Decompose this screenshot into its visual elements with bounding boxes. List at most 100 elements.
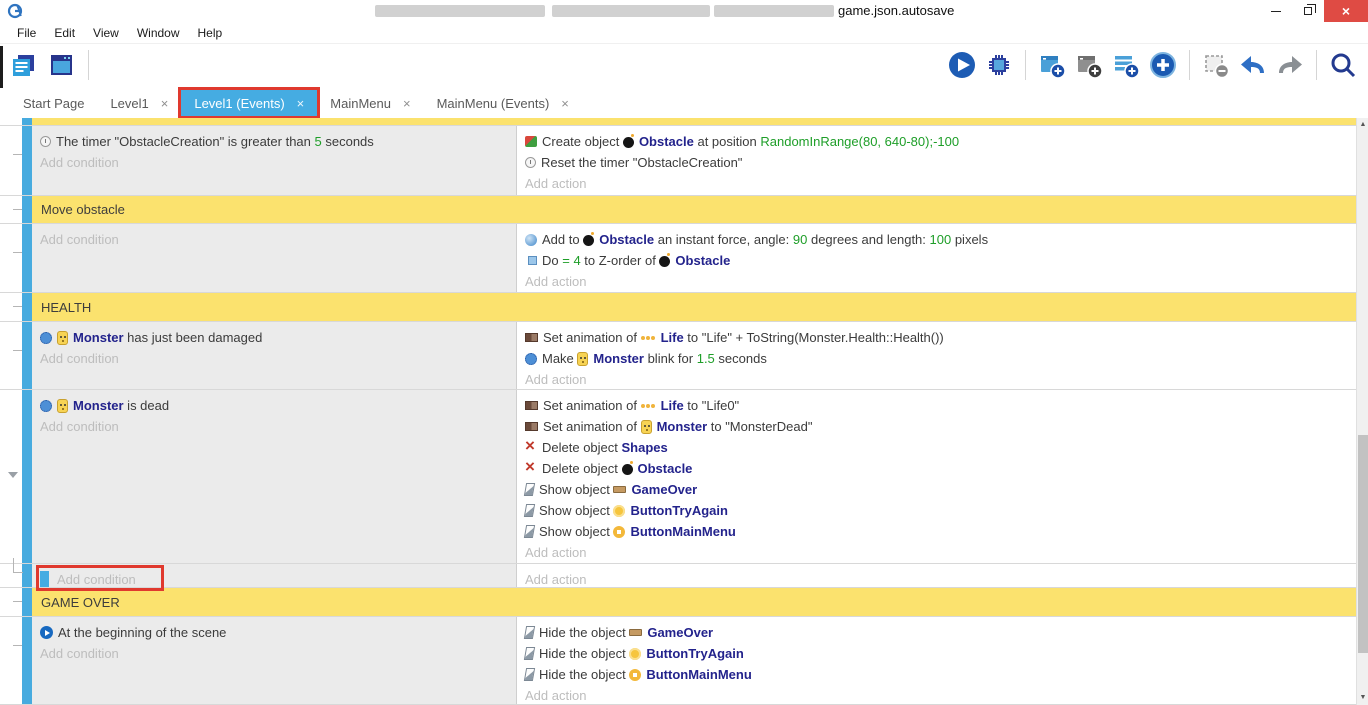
- row-margin: [0, 588, 22, 616]
- add-condition-button[interactable]: Add condition: [32, 152, 516, 173]
- add-action-button[interactable]: Add action: [517, 271, 1356, 292]
- debug-button[interactable]: [984, 50, 1014, 80]
- minimize-button[interactable]: [1260, 0, 1292, 22]
- action-line[interactable]: Set animation of Life to "Life0": [517, 395, 1356, 416]
- text-segment: RandomInRange(80, 640-80);-100: [760, 134, 959, 149]
- action-line[interactable]: Hide the object ButtonMainMenu: [517, 664, 1356, 685]
- comment-row: Move obstacle: [0, 196, 1356, 224]
- add-circle-button[interactable]: [1148, 50, 1178, 80]
- action-line[interactable]: Add to Obstacle an instant force, angle:…: [517, 229, 1356, 250]
- action-line[interactable]: Hide the object ButtonTryAgain: [517, 643, 1356, 664]
- action-line[interactable]: Hide the object GameOver: [517, 622, 1356, 643]
- tab-start-page[interactable]: Start Page: [10, 90, 97, 116]
- add-action-button[interactable]: Add action: [517, 569, 1356, 590]
- condition-line[interactable]: Monster has just been damaged: [32, 327, 516, 348]
- margin-tick: [13, 601, 22, 602]
- action-line[interactable]: Delete object Obstacle: [517, 458, 1356, 479]
- text-segment: Delete object: [542, 440, 622, 455]
- restore-button[interactable]: [1292, 0, 1324, 22]
- tab-label: Level1 (Events): [194, 96, 284, 111]
- object-name: Monster: [593, 351, 644, 366]
- timer-icon: [525, 157, 536, 168]
- add-comment-button[interactable]: [1111, 50, 1141, 80]
- text-segment: 100: [930, 232, 952, 247]
- add-action-button[interactable]: Add action: [517, 173, 1356, 194]
- visibility-icon: [524, 504, 535, 517]
- redo-button[interactable]: [1275, 50, 1305, 80]
- comment-cell[interactable]: HEALTH: [32, 293, 1356, 321]
- action-line[interactable]: Reset the timer "ObstacleCreation": [517, 152, 1356, 173]
- vertical-scrollbar[interactable]: ▲ ▼: [1356, 118, 1368, 705]
- comment-row: GAME OVER: [0, 588, 1356, 617]
- action-line[interactable]: Show object ButtonTryAgain: [517, 500, 1356, 521]
- text-segment: 90: [793, 232, 807, 247]
- comment-cell[interactable]: Move obstacle: [32, 196, 1356, 223]
- condition-line[interactable]: Monster is dead: [32, 395, 516, 416]
- conditions-cell: Monster has just been damagedAdd conditi…: [32, 322, 517, 389]
- menu-edit[interactable]: Edit: [45, 22, 84, 43]
- menu-view[interactable]: View: [84, 22, 128, 43]
- play-button[interactable]: [947, 50, 977, 80]
- comment-cell[interactable]: [32, 118, 1356, 125]
- menu-file[interactable]: File: [8, 22, 45, 43]
- actions-cell: Set animation of Life to "Life" + ToStri…: [517, 322, 1356, 389]
- add-condition-button[interactable]: Add condition: [32, 229, 516, 250]
- tab-mainmenu[interactable]: MainMenu×: [317, 90, 423, 116]
- toolbar-separator: [1189, 50, 1190, 80]
- menu-help[interactable]: Help: [189, 22, 232, 43]
- add-event-button[interactable]: [1037, 50, 1067, 80]
- menu-window[interactable]: Window: [128, 22, 189, 43]
- scroll-up-icon[interactable]: ▲: [1357, 118, 1368, 132]
- action-line[interactable]: Create object Obstacle at position Rando…: [517, 131, 1356, 152]
- condition-line[interactable]: The timer "ObstacleCreation" is greater …: [32, 131, 516, 152]
- add-action-button[interactable]: Add action: [517, 369, 1356, 390]
- scroll-down-icon[interactable]: ▼: [1357, 691, 1368, 705]
- text-segment: is dead: [124, 398, 170, 413]
- actions-cell: Add to Obstacle an instant force, angle:…: [517, 224, 1356, 292]
- action-line[interactable]: Do = 4 to Z-order of Obstacle: [517, 250, 1356, 271]
- event-row: At the beginning of the scene Add conditi…: [0, 617, 1356, 705]
- tab-close-icon[interactable]: ×: [403, 96, 411, 111]
- condition-line[interactable]: At the beginning of the scene: [32, 622, 516, 643]
- action-line[interactable]: Set animation of Life to "Life" + ToStri…: [517, 327, 1356, 348]
- add-condition-button[interactable]: Add condition: [57, 572, 136, 587]
- text-segment: At the beginning of the scene: [58, 625, 226, 640]
- comment-cell[interactable]: GAME OVER: [32, 588, 1356, 616]
- text-segment: Hide the object: [539, 625, 629, 640]
- add-condition-button[interactable]: Add condition: [32, 643, 516, 664]
- row-margin: [0, 126, 22, 195]
- action-line[interactable]: Set animation of Monster to "MonsterDead…: [517, 416, 1356, 437]
- tab-close-icon[interactable]: ×: [161, 96, 169, 111]
- menu-bar: FileEditViewWindowHelp: [0, 22, 1368, 44]
- tab-close-icon[interactable]: ×: [561, 96, 569, 111]
- search-button[interactable]: [1328, 50, 1358, 80]
- text-segment: pixels: [951, 232, 988, 247]
- add-subevent-button[interactable]: [1074, 50, 1104, 80]
- tab-mainmenu-events-[interactable]: MainMenu (Events) ×: [424, 90, 582, 116]
- tab-level1-events-[interactable]: Level1 (Events) ×: [181, 90, 317, 116]
- project-manager-button[interactable]: [8, 50, 38, 80]
- add-action-button[interactable]: Add action: [517, 685, 1356, 705]
- scrollbar-thumb[interactable]: [1358, 435, 1368, 653]
- tab-close-icon[interactable]: ×: [297, 96, 305, 111]
- undo-button[interactable]: [1238, 50, 1268, 80]
- add-action-button[interactable]: Add action: [517, 542, 1356, 563]
- tab-level1[interactable]: Level1×: [97, 90, 181, 116]
- tab-label: MainMenu (Events): [437, 96, 550, 111]
- text-segment: Add to: [542, 232, 583, 247]
- start-page-button[interactable]: [46, 50, 76, 80]
- empty-event-line[interactable]: Add condition: [32, 569, 516, 590]
- minimize-icon: [1271, 11, 1281, 12]
- row-margin: [0, 118, 22, 125]
- action-line[interactable]: Show object GameOver: [517, 479, 1356, 500]
- add-condition-button[interactable]: Add condition: [32, 348, 516, 369]
- add-circle-icon: [1149, 51, 1177, 79]
- event-row: Add conditionAdd to Obstacle an instant …: [0, 224, 1356, 293]
- action-line[interactable]: Make Monster blink for 1.5 seconds: [517, 348, 1356, 369]
- delete-event-button[interactable]: [1201, 50, 1231, 80]
- monster-icon: [57, 331, 68, 345]
- action-line[interactable]: Show object ButtonMainMenu: [517, 521, 1356, 542]
- action-line[interactable]: Delete object Shapes: [517, 437, 1356, 458]
- close-button[interactable]: [1324, 0, 1368, 22]
- add-condition-button[interactable]: Add condition: [32, 416, 516, 437]
